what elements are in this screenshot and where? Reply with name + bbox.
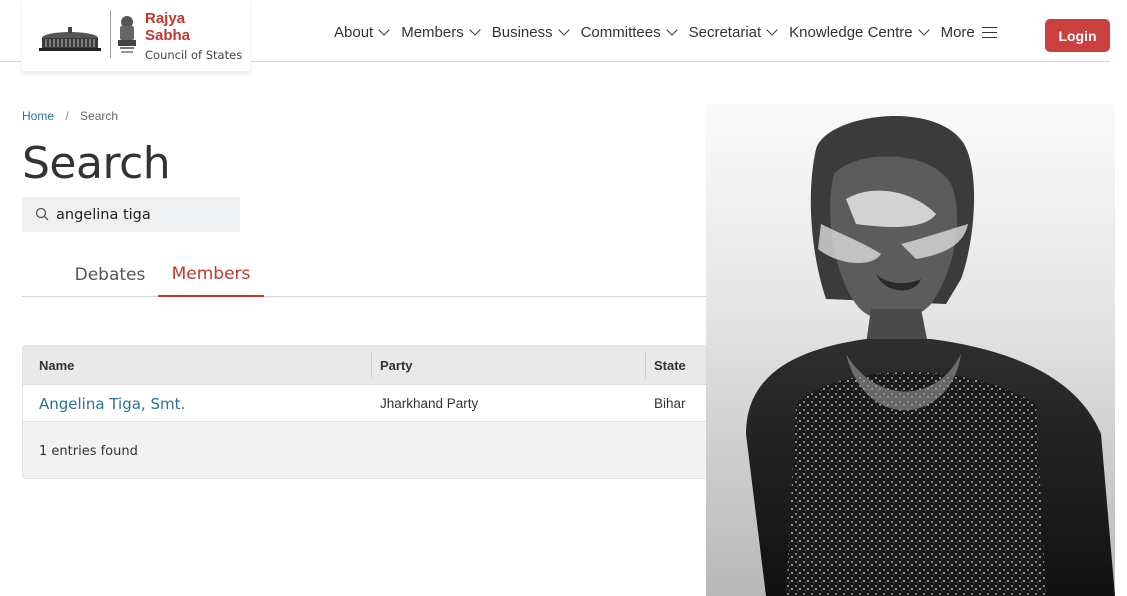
nav-label: About bbox=[334, 24, 374, 41]
menu-icon bbox=[981, 26, 997, 39]
chevron-down-icon bbox=[665, 24, 678, 36]
page-title: Search bbox=[22, 138, 171, 189]
members-results-table: Name Party State Angelina Tiga, Smt. Jha… bbox=[22, 345, 722, 479]
member-portrait-image bbox=[746, 116, 1115, 596]
site-header: Rajya Sabha Council of States About Memb… bbox=[0, 0, 1127, 72]
search-icon bbox=[35, 207, 49, 221]
nav-item-about[interactable]: About bbox=[334, 24, 390, 41]
member-name-link[interactable]: Angelina Tiga, Smt. bbox=[39, 395, 185, 413]
column-header-party[interactable]: Party bbox=[364, 346, 644, 385]
chevron-down-icon bbox=[378, 24, 390, 36]
chevron-down-icon bbox=[917, 24, 930, 36]
tab-members[interactable]: Members bbox=[158, 252, 264, 297]
parliament-building-icon bbox=[39, 27, 101, 51]
column-header-name[interactable]: Name bbox=[23, 346, 371, 385]
nav-item-committees[interactable]: Committees bbox=[580, 24, 678, 41]
nav-label: Secretariat bbox=[688, 24, 762, 41]
breadcrumb-current: Search bbox=[80, 109, 119, 123]
chevron-down-icon bbox=[766, 24, 778, 36]
nav-item-more[interactable]: More bbox=[941, 24, 997, 41]
member-photo bbox=[706, 104, 1115, 596]
cell-name: Angelina Tiga, Smt. bbox=[39, 385, 185, 422]
chevron-down-icon bbox=[557, 24, 570, 36]
cell-party: Jharkhand Party bbox=[380, 396, 479, 411]
main-nav: About Members Business Committees Secret… bbox=[334, 24, 1010, 41]
table-row: Angelina Tiga, Smt. Jharkhand Party Biha… bbox=[23, 385, 721, 422]
nav-label: Committees bbox=[580, 24, 661, 41]
search-input[interactable] bbox=[56, 197, 236, 232]
nav-label: Business bbox=[491, 24, 553, 41]
result-tabs: Debates Members bbox=[22, 252, 712, 297]
brand-line-2: Sabha bbox=[145, 27, 191, 44]
breadcrumb-separator: / bbox=[65, 109, 69, 123]
login-button[interactable]: Login bbox=[1045, 19, 1110, 52]
nav-item-knowledge-centre[interactable]: Knowledge Centre bbox=[789, 24, 930, 41]
cell-state: Bihar bbox=[654, 396, 686, 411]
nav-item-secretariat[interactable]: Secretariat bbox=[688, 24, 778, 41]
nav-label: Knowledge Centre bbox=[789, 24, 913, 41]
site-logo[interactable]: Rajya Sabha Council of States bbox=[22, 0, 250, 72]
search-box[interactable] bbox=[22, 197, 240, 232]
nav-item-members[interactable]: Members bbox=[401, 24, 481, 41]
brand-subtitle: Council of States bbox=[145, 48, 243, 62]
nav-label: More bbox=[940, 24, 975, 41]
nav-item-business[interactable]: Business bbox=[491, 24, 570, 41]
logo-divider bbox=[110, 10, 111, 58]
breadcrumb-home[interactable]: Home bbox=[22, 109, 54, 123]
table-header: Name Party State bbox=[23, 346, 721, 385]
breadcrumb: Home / Search bbox=[22, 109, 118, 123]
tab-debates[interactable]: Debates bbox=[62, 252, 158, 297]
national-emblem-icon bbox=[118, 16, 136, 53]
brand-line-1: Rajya bbox=[145, 10, 186, 27]
nav-label: Members bbox=[401, 24, 464, 41]
chevron-down-icon bbox=[469, 24, 481, 36]
brand-title: Rajya Sabha bbox=[145, 10, 190, 44]
entries-count: 1 entries found bbox=[39, 444, 138, 459]
